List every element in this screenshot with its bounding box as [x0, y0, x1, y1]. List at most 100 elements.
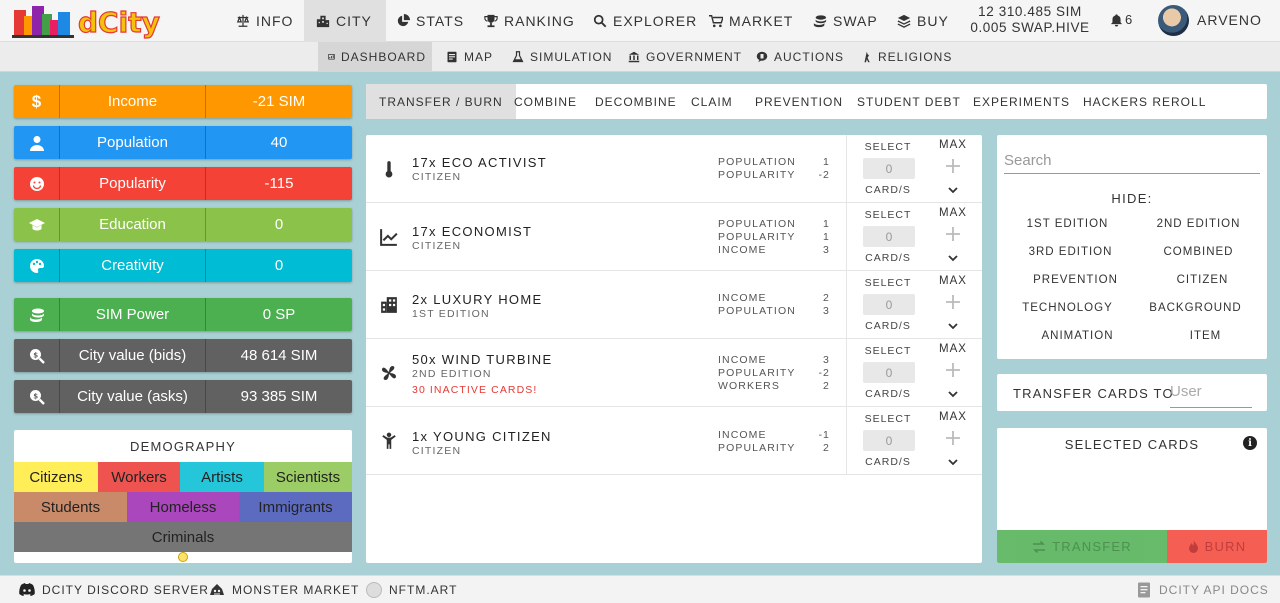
map-icon — [447, 51, 457, 63]
demography-slider-handle[interactable] — [178, 552, 188, 562]
tab-decombine[interactable]: DECOMBINE — [582, 84, 690, 119]
tab-prevention[interactable]: PREVENTION — [742, 84, 856, 119]
avatar[interactable] — [1158, 5, 1189, 36]
username[interactable]: ARVENO — [1197, 12, 1262, 28]
hide-background[interactable]: BACKGROUND — [1128, 302, 1263, 314]
subnav-dashboard[interactable]: DASHBOARD — [318, 42, 432, 72]
nav-stats[interactable]: STATS — [396, 0, 464, 42]
stat-city-value-asks: $ City value (asks) 93 385 SIM — [14, 380, 352, 413]
stat-name: POPULATION — [718, 305, 796, 317]
exchange-icon — [1033, 540, 1046, 553]
demo-immigrants[interactable]: Immigrants — [239, 492, 352, 522]
nav-swap-label: SWAP — [833, 13, 878, 29]
cards-unit-label: CARD/S — [865, 388, 911, 400]
stat-value: 40 — [270, 134, 288, 151]
demo-workers[interactable]: Workers — [98, 462, 180, 492]
demo-scientists[interactable]: Scientists — [264, 462, 352, 492]
wallet-balances[interactable]: 12 310.485 SIM 0.005 SWAP.HIVE — [955, 4, 1105, 36]
hide-2nd-edition[interactable]: 2ND EDITION — [1131, 218, 1266, 230]
subnav-religions-label: RELIGIONS — [878, 50, 953, 64]
footer-api-docs-link[interactable]: DCITY API DOCS — [1135, 576, 1269, 603]
flask-icon — [512, 51, 524, 63]
nav-ranking[interactable]: RANKING — [484, 0, 575, 42]
subnav-religions[interactable]: RELIGIONS — [854, 42, 958, 72]
max-button[interactable]: MAX — [935, 207, 971, 219]
subnav-government[interactable]: GOVERNMENT — [622, 42, 748, 72]
nftm-icon — [366, 582, 382, 598]
chevron-down-icon[interactable] — [946, 251, 960, 265]
hide-combined[interactable]: COMBINED — [1131, 246, 1266, 258]
demo-citizens[interactable]: Citizens — [14, 462, 98, 492]
plus-icon[interactable] — [944, 429, 962, 447]
card-quantity-input[interactable]: 0 — [863, 226, 915, 247]
nav-info[interactable]: INFO — [236, 0, 293, 42]
demo-criminals[interactable]: Criminals — [14, 522, 352, 552]
fire-icon — [1188, 540, 1198, 553]
demo-students[interactable]: Students — [14, 492, 127, 522]
card-quantity-input[interactable]: 0 — [863, 294, 915, 315]
subnav-map[interactable]: MAP — [440, 42, 499, 72]
recipient-user-input[interactable]: User — [1170, 383, 1252, 408]
dollar-icon: $ — [14, 85, 60, 118]
hide-citizen[interactable]: CITIZEN — [1135, 274, 1270, 286]
transfer-button[interactable]: TRANSFER — [997, 530, 1167, 563]
subnav-simulation[interactable]: SIMULATION — [506, 42, 618, 72]
coins-icon — [813, 15, 827, 28]
max-button[interactable]: MAX — [935, 275, 971, 287]
notifications-button[interactable]: 6 — [1110, 12, 1132, 27]
info-icon[interactable]: i — [1243, 436, 1257, 450]
hide-prevention[interactable]: PREVENTION — [1008, 274, 1143, 286]
tab-combine[interactable]: COMBINE — [501, 84, 590, 119]
stat-sim-power: SIM Power 0 SP — [14, 298, 352, 331]
plus-icon[interactable] — [944, 157, 962, 175]
card-select-control: SELECT 0 CARD/S MAX — [846, 271, 982, 339]
card-quantity-input[interactable]: 0 — [863, 158, 915, 179]
hide-animation[interactable]: ANIMATION — [1010, 330, 1145, 342]
plus-icon[interactable] — [944, 293, 962, 311]
search-input[interactable]: Search — [1004, 148, 1260, 174]
chevron-down-icon[interactable] — [946, 319, 960, 333]
cards-unit-label: CARD/S — [865, 456, 911, 468]
nav-swap[interactable]: SWAP — [813, 0, 878, 42]
chevron-down-icon[interactable] — [946, 387, 960, 401]
card-edition: 2ND EDITION — [412, 368, 492, 380]
hide-1st-edition[interactable]: 1ST EDITION — [1000, 218, 1135, 230]
max-button[interactable]: MAX — [935, 139, 971, 151]
footer-nftm-link[interactable]: NFTM.ART — [365, 576, 457, 603]
tab-claim[interactable]: CLAIM — [678, 84, 746, 119]
chevron-down-icon[interactable] — [946, 455, 960, 469]
chevron-down-icon[interactable] — [946, 183, 960, 197]
nav-explorer[interactable]: EXPLORER — [593, 0, 697, 42]
monster-icon — [210, 584, 224, 595]
nav-market-label: MARKET — [729, 13, 794, 29]
tab-hackers-reroll[interactable]: HACKERS REROLL — [1070, 84, 1219, 119]
hide-technology[interactable]: TECHNOLOGY — [1000, 302, 1135, 314]
subnav-auctions[interactable]: AUCTIONS — [750, 42, 850, 72]
card-quantity-input[interactable]: 0 — [863, 362, 915, 383]
nav-city[interactable]: CITY — [304, 0, 386, 42]
demo-homeless[interactable]: Homeless — [127, 492, 239, 522]
card-name: 17x ECONOMIST — [412, 224, 533, 239]
dcity-logo[interactable]: dCity — [10, 2, 170, 40]
card-quantity-input[interactable]: 0 — [863, 430, 915, 451]
burn-button[interactable]: BURN — [1167, 530, 1267, 563]
footer-api-docs-label: DCITY API DOCS — [1159, 583, 1269, 597]
card-select-control: SELECT 0 CARD/S MAX — [846, 339, 982, 407]
plus-icon[interactable] — [944, 225, 962, 243]
plus-icon[interactable] — [944, 361, 962, 379]
tab-transfer-burn[interactable]: TRANSFER / BURN — [366, 84, 516, 119]
demo-artists[interactable]: Artists — [180, 462, 264, 492]
nav-market[interactable]: MARKET — [709, 0, 793, 42]
hide-3rd-edition[interactable]: 3RD EDITION — [1003, 246, 1138, 258]
nav-buy[interactable]: BUY — [897, 0, 949, 42]
max-button[interactable]: MAX — [935, 343, 971, 355]
max-button[interactable]: MAX — [935, 411, 971, 423]
tab-student-debt[interactable]: STUDENT DEBT — [844, 84, 974, 119]
coins-icon — [14, 298, 60, 331]
hide-item[interactable]: ITEM — [1138, 330, 1273, 342]
footer-monster-market-link[interactable]: MONSTER MARKET — [208, 576, 359, 603]
tab-experiments[interactable]: EXPERIMENTS — [960, 84, 1083, 119]
stat-num: 1 — [823, 218, 830, 230]
footer-discord-link[interactable]: DCITY DISCORD SERVER — [18, 576, 209, 603]
footer-nftm-label: NFTM.ART — [389, 583, 458, 597]
